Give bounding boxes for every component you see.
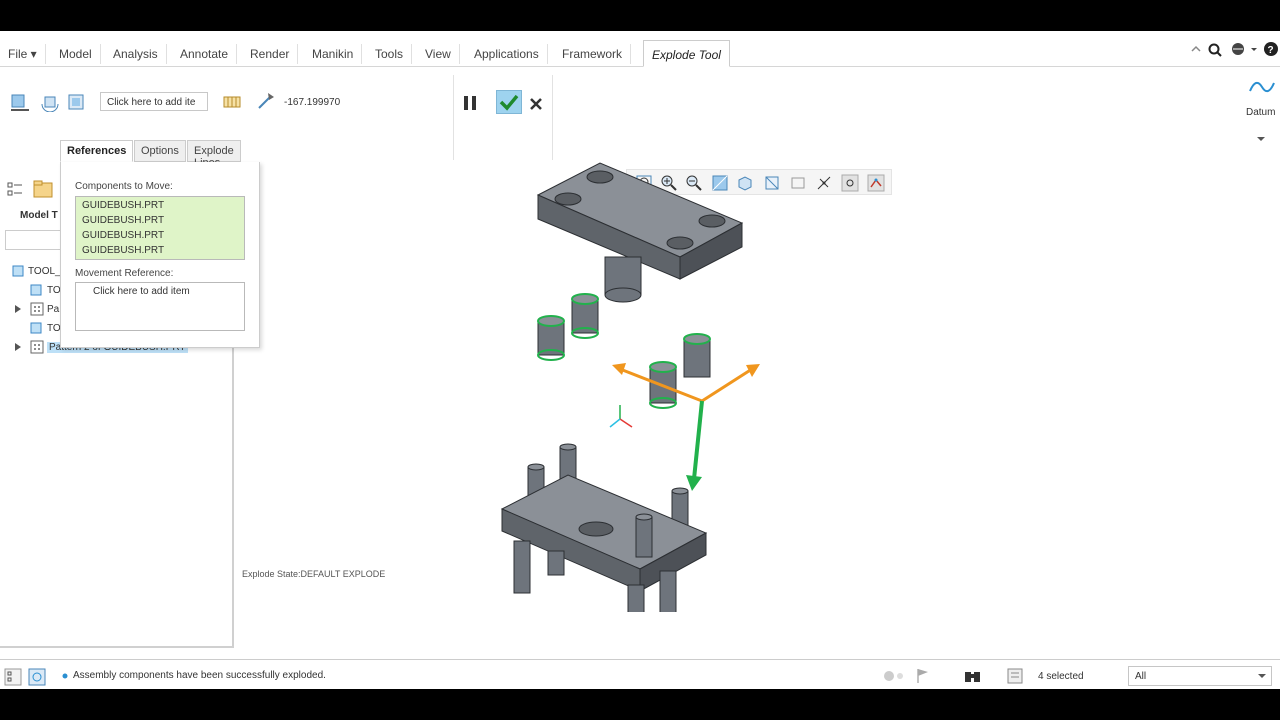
chevron-down-icon [1258,674,1266,678]
explode-state-label: Explode State:DEFAULT EXPLODE [242,569,386,579]
dropdown-icon [1251,48,1257,51]
tab-analysis[interactable]: Analysis [105,44,167,64]
tab-manikin[interactable]: Manikin [304,44,363,64]
search-icon [1208,43,1222,57]
chevron-down-icon[interactable] [1257,137,1265,143]
datum-icon[interactable] [1248,75,1276,99]
guidebush-part[interactable] [537,315,565,361]
tab-explode-lines[interactable]: Explode Lines [187,140,241,169]
pattern-icon [30,340,44,354]
folder-browser-icon[interactable] [32,178,54,200]
help-icon: ? [1264,42,1278,56]
tab-framework[interactable]: Framework [554,44,632,64]
ok-button[interactable] [496,90,522,114]
tree-item-pattern-1[interactable]: Pa [47,304,59,315]
guidebush-part[interactable] [683,333,711,378]
list-item[interactable]: GUIDEBUSH.PRT [76,215,244,230]
ribbon-divider [453,75,454,160]
selection-filter-dropdown[interactable]: All [1128,666,1272,686]
tab-model[interactable]: Model [51,44,101,64]
spin-center-icon[interactable] [841,174,859,192]
menu-bar: File ▾ Model Analysis Annotate Render Ma… [0,31,1280,67]
tree-search-input[interactable] [5,230,65,250]
collector-placeholder: Click here to add item [93,286,190,297]
list-item[interactable]: GUIDEBUSH.PRT [76,245,244,260]
globe-icon [1232,43,1244,55]
expand-arrow-icon[interactable] [14,343,22,351]
snap-icon[interactable] [222,93,242,113]
triad-icon [609,405,633,428]
tab-applications[interactable]: Applications [466,44,548,64]
exploded-assembly-view[interactable] [490,157,780,612]
datum-display-icon[interactable] [815,174,833,192]
tree-item-part-2[interactable]: TO [47,323,61,334]
part-icon [30,322,42,334]
base-plate-part[interactable] [500,443,708,612]
components-label: Components to Move: [75,181,173,192]
find-icon[interactable] [964,668,982,684]
datum-label: Datum [1246,107,1276,118]
model-tree-icon[interactable] [6,180,24,198]
movement-reference-collector[interactable]: Click here to add item [75,282,245,331]
top-plate-part[interactable] [536,162,744,303]
section-icon[interactable] [789,174,807,192]
tab-explode-tool[interactable]: Explode Tool [643,40,730,67]
expand-arrow-icon[interactable] [14,305,22,313]
checkmark-icon [499,94,519,111]
guidebush-part[interactable] [571,293,599,339]
tab-references[interactable]: References [60,140,134,162]
drag-handle-icon[interactable] [256,91,276,111]
assembly-icon [12,265,24,277]
navigator-toggle-icon[interactable] [4,668,22,686]
pause-icon[interactable] [460,93,480,113]
tab-annotate[interactable]: Annotate [172,44,238,64]
list-item[interactable]: GUIDEBUSH.PRT [76,200,244,215]
svg-text:?: ? [1268,45,1274,56]
annotation-display-icon[interactable] [867,174,885,192]
collapse-ribbon-icon [1191,45,1201,52]
references-panel: Components to Move: GUIDEBUSH.PRT GUIDEB… [60,162,260,348]
selected-count: 4 selected [1038,671,1084,682]
cancel-icon[interactable] [526,94,546,114]
list-item[interactable]: GUIDEBUSH.PRT [76,230,244,245]
tab-options[interactable]: Options [134,140,186,162]
drag-dragger[interactable] [612,363,760,491]
tab-tools[interactable]: Tools [367,44,413,64]
top-right-icons: ? [1191,42,1278,57]
message-bullet-icon [62,673,68,679]
browser-toggle-icon[interactable] [28,668,46,686]
status-bar: Assembly components have been successful… [0,659,1280,689]
coordinate-readout: -167.199970 [284,97,341,108]
components-collector[interactable]: GUIDEBUSH.PRT GUIDEBUSH.PRT GUIDEBUSH.PR… [75,196,245,260]
filter-value: All [1135,671,1147,682]
movement-reference-label: Movement Reference: [75,268,174,279]
translate-icon[interactable] [10,92,30,112]
motion-reference-input[interactable]: Click here to add ite [100,92,208,111]
tree-item-part[interactable]: TO [47,285,61,296]
tab-render[interactable]: Render [242,44,299,64]
status-message: Assembly components have been successful… [73,670,326,681]
model-tree-title: Model T [20,210,58,221]
application-window: File ▾ Model Analysis Annotate Render Ma… [0,31,1280,689]
rotate-icon[interactable] [40,92,60,112]
part-icon [30,284,42,296]
ribbon-divider [552,75,553,160]
selection-list-icon[interactable] [1006,668,1024,684]
pattern-icon [30,302,44,316]
view-plane-icon[interactable] [66,92,86,112]
flag-icon[interactable] [916,668,930,684]
file-menu[interactable]: File ▾ [0,44,46,64]
tab-view[interactable]: View [417,44,460,64]
tree-item-root[interactable]: TOOL_ [28,266,61,277]
regen-status-icon [884,671,903,681]
